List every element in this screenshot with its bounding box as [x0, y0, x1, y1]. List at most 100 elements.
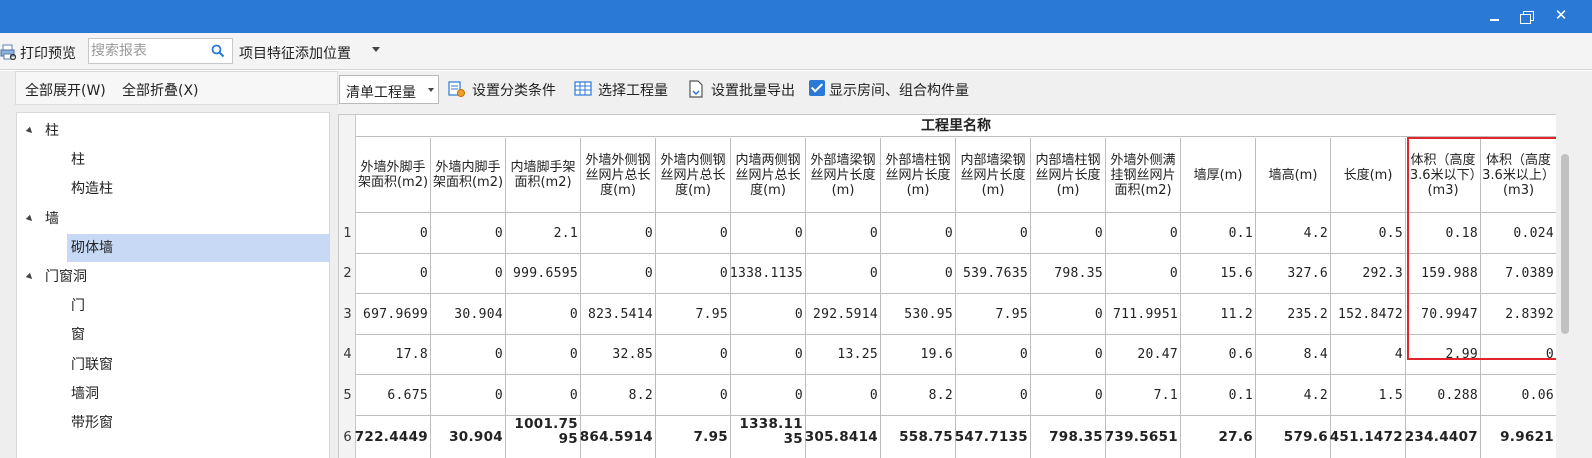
table-cell[interactable]: 0: [656, 213, 731, 254]
table-cell[interactable]: 2.1: [506, 213, 581, 254]
project-feature-position-dropdown[interactable]: 项目特征添加位置: [239, 43, 351, 63]
table-cell[interactable]: 0: [806, 254, 881, 294]
tree-item[interactable]: 窗: [67, 321, 329, 349]
column-header[interactable]: 内部墙柱钢丝网片长度(m): [1031, 138, 1106, 213]
tree-item[interactable]: 柱: [67, 146, 329, 174]
row-number[interactable]: 2: [339, 254, 356, 294]
expand-arrow-icon[interactable]: [25, 272, 35, 282]
table-cell[interactable]: 530.95: [881, 294, 956, 335]
row-number[interactable]: 6: [339, 416, 356, 458]
print-preview-button[interactable]: 打印预览: [20, 43, 76, 63]
quantity-type-select[interactable]: 清单工程量: [339, 75, 439, 104]
table-cell[interactable]: 0.1: [1181, 213, 1256, 254]
tree-group[interactable]: 门窗洞: [17, 263, 329, 291]
table-cell[interactable]: 0: [956, 213, 1031, 254]
table-cell[interactable]: 0: [956, 375, 1031, 416]
table-cell[interactable]: 451.1472: [1330, 416, 1406, 458]
table-cell[interactable]: 7.95: [656, 294, 731, 335]
tree-item[interactable]: 门: [67, 292, 329, 320]
table-cell[interactable]: 722.4449: [355, 416, 431, 458]
column-header[interactable]: 内部墙梁钢丝网片长度(m): [956, 138, 1031, 213]
table-cell[interactable]: 20.47: [1106, 335, 1181, 375]
table-cell[interactable]: 0.6: [1181, 335, 1256, 375]
column-header[interactable]: 外墙外侧满挂钢丝网片面积(m2): [1106, 138, 1181, 213]
tree-item[interactable]: 门联窗: [67, 351, 329, 379]
table-cell[interactable]: 0.1: [1181, 375, 1256, 416]
table-cell[interactable]: 579.6: [1256, 416, 1331, 458]
select-quantity-icon[interactable]: [574, 80, 592, 98]
table-cell[interactable]: 547.7135: [955, 416, 1031, 458]
column-header[interactable]: 外墙外脚手架面积(m2): [356, 138, 431, 213]
table-cell[interactable]: 539.7635: [956, 254, 1031, 294]
column-header[interactable]: 墙厚(m): [1181, 138, 1256, 213]
table-cell[interactable]: 798.35: [1031, 416, 1106, 458]
expand-all-button[interactable]: 全部展开(W): [25, 80, 106, 100]
table-cell[interactable]: 823.5414: [581, 294, 656, 335]
table-cell[interactable]: 1338.1135: [730, 254, 806, 294]
table-cell[interactable]: 0: [1031, 294, 1106, 335]
set-category-button[interactable]: 设置分类条件: [472, 80, 556, 100]
table-cell[interactable]: 0: [1106, 254, 1181, 294]
column-header[interactable]: 外部墙梁钢丝网片长度(m): [806, 138, 881, 213]
minimize-icon[interactable]: [1484, 6, 1506, 26]
table-cell[interactable]: 19.6: [881, 335, 956, 375]
table-cell[interactable]: 305.8414: [805, 416, 881, 458]
table-cell[interactable]: 0: [506, 294, 581, 335]
table-cell[interactable]: 234.4407: [1405, 416, 1481, 458]
table-cell[interactable]: 4: [1331, 335, 1406, 375]
table-cell[interactable]: 0.024: [1481, 213, 1556, 254]
tree-group[interactable]: 柱: [17, 117, 329, 145]
table-cell[interactable]: 0: [1106, 213, 1181, 254]
column-header[interactable]: 体积（高度3.6米以上）(m3): [1481, 138, 1556, 213]
table-cell[interactable]: 152.8472: [1331, 294, 1406, 335]
column-header[interactable]: 体积（高度3.6米以下）(m3): [1406, 138, 1481, 213]
table-cell[interactable]: 32.85: [581, 335, 656, 375]
table-cell[interactable]: 8.2: [881, 375, 956, 416]
table-cell[interactable]: 2.8392: [1481, 294, 1556, 335]
row-number[interactable]: 4: [339, 335, 356, 375]
table-cell[interactable]: 7.95: [956, 294, 1031, 335]
table-cell[interactable]: 0: [506, 335, 581, 375]
table-cell[interactable]: 739.5651: [1105, 416, 1181, 458]
tree-item[interactable]: 墙洞: [67, 380, 329, 408]
search-icon[interactable]: [211, 44, 225, 58]
table-cell[interactable]: 0: [356, 254, 431, 294]
table-cell[interactable]: 697.9699: [356, 294, 431, 335]
table-cell[interactable]: 30.904: [431, 294, 506, 335]
table-cell[interactable]: 0: [1481, 335, 1556, 375]
table-cell[interactable]: 0: [731, 335, 806, 375]
column-header[interactable]: 长度(m): [1331, 138, 1406, 213]
table-cell[interactable]: 9.9621: [1481, 416, 1556, 458]
table-cell[interactable]: 8.2: [581, 375, 656, 416]
show-rooms-label[interactable]: 显示房间、组合构件量: [829, 80, 969, 100]
table-cell[interactable]: 327.6: [1256, 254, 1331, 294]
select-quantity-button[interactable]: 选择工程量: [598, 80, 668, 100]
table-cell[interactable]: 8.4: [1256, 335, 1331, 375]
column-header[interactable]: 内墙脚手架面积(m2): [506, 138, 581, 213]
table-cell[interactable]: 11.2: [1181, 294, 1256, 335]
show-rooms-checkbox[interactable]: [809, 80, 825, 96]
column-header[interactable]: 外部墙柱钢丝网片长度(m): [881, 138, 956, 213]
table-cell[interactable]: 27.6: [1181, 416, 1256, 458]
table-cell[interactable]: 0.06: [1481, 375, 1556, 416]
category-settings-icon[interactable]: [448, 80, 466, 98]
table-cell[interactable]: 0: [731, 375, 806, 416]
tree-item[interactable]: 构造柱: [67, 175, 329, 203]
table-cell[interactable]: 292.5914: [806, 294, 881, 335]
table-cell[interactable]: 0: [731, 213, 806, 254]
table-cell[interactable]: 0: [356, 213, 431, 254]
chevron-down-icon[interactable]: [372, 47, 380, 52]
close-icon[interactable]: ✕: [1550, 6, 1572, 26]
table-cell[interactable]: 6.675: [356, 375, 431, 416]
column-header[interactable]: 墙高(m): [1256, 138, 1331, 213]
restore-icon[interactable]: [1515, 6, 1537, 26]
row-number[interactable]: 5: [339, 375, 356, 416]
tree-group[interactable]: 墙: [17, 205, 329, 233]
scrollbar-thumb[interactable]: [1561, 154, 1569, 334]
table-cell[interactable]: 17.8: [356, 335, 431, 375]
batch-export-icon[interactable]: [687, 80, 705, 98]
table-cell[interactable]: 7.0389: [1481, 254, 1556, 294]
table-cell[interactable]: 15.6: [1181, 254, 1256, 294]
table-cell[interactable]: 0: [581, 254, 656, 294]
column-header[interactable]: 外墙内脚手架面积(m2): [431, 138, 506, 213]
